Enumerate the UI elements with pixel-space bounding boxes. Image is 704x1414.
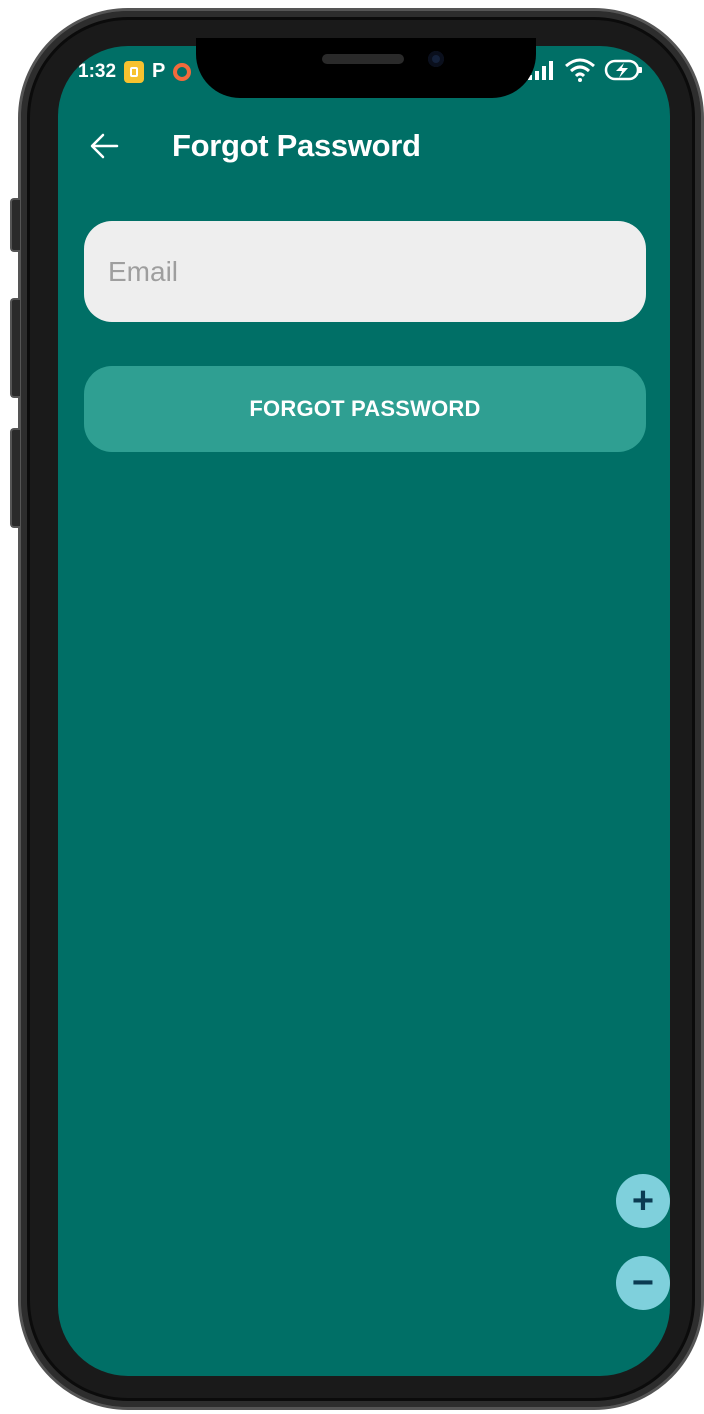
wifi-icon: [565, 58, 595, 82]
zoom-out-button[interactable]: −: [616, 1256, 670, 1310]
email-field[interactable]: [84, 221, 646, 322]
status-time: 1:32: [78, 60, 117, 82]
arrow-left-icon: [90, 133, 119, 159]
front-camera-icon: [428, 51, 444, 67]
side-button-volume-up: [10, 298, 20, 398]
forgot-password-button[interactable]: FORGOT PASSWORD: [84, 366, 646, 452]
notification-app-icon: [124, 60, 145, 83]
battery-charging-icon: [604, 59, 642, 81]
speaker-grille: [322, 54, 404, 64]
status-bar-left: 1:32 P: [78, 60, 192, 83]
app-bar: Forgot Password: [58, 116, 670, 176]
ring-icon: [173, 62, 192, 81]
plus-icon: +: [631, 1180, 655, 1222]
back-button[interactable]: [84, 126, 124, 166]
page-title: Forgot Password: [172, 128, 421, 163]
camera-notch: [196, 38, 536, 98]
zoom-in-button[interactable]: +: [616, 1174, 670, 1228]
p-icon: P: [152, 60, 166, 82]
minus-icon: −: [631, 1262, 655, 1304]
app-screen: 1:32 P Forgot Password Email FORGOT PASS…: [58, 46, 670, 1376]
side-button-volume-down: [10, 428, 20, 528]
side-button-mute: [10, 198, 20, 252]
